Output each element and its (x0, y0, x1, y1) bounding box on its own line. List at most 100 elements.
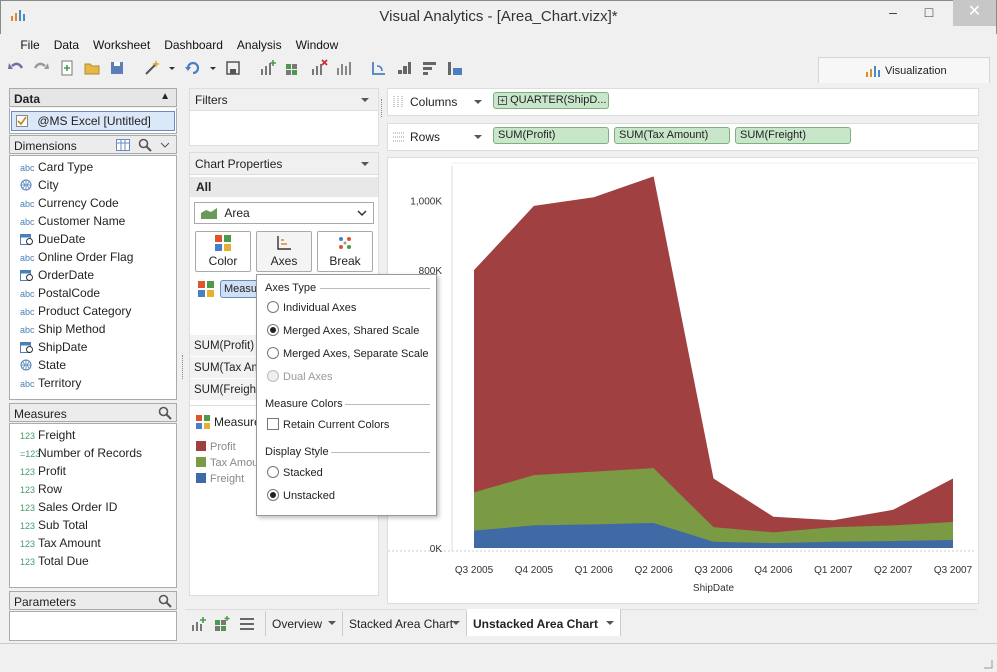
sort-descending-icon[interactable] (420, 58, 440, 78)
menu-analysis[interactable]: Analysis (230, 34, 289, 52)
chevron-down-icon[interactable] (474, 100, 482, 105)
menu-dashboard[interactable]: Dashboard (157, 34, 230, 52)
dimension-field[interactable]: abc Territory (10, 374, 176, 392)
measure-field[interactable]: 123 Tax Amount (10, 534, 176, 552)
option-stacked[interactable]: Stacked (267, 466, 323, 479)
option-merged-shared[interactable]: Merged Axes, Shared Scale (267, 324, 419, 337)
dimension-field[interactable]: abc Product Category (10, 302, 176, 320)
close-button[interactable]: ✕ (953, 0, 996, 26)
dimension-field[interactable]: abc Currency Code (10, 194, 176, 212)
break-button[interactable]: Break (317, 231, 373, 272)
window-title: Visual Analytics - [Area_Chart.vizx]* (379, 8, 618, 25)
measure-field[interactable]: 123 Row (10, 480, 176, 498)
new-dashboard-icon[interactable] (214, 616, 230, 632)
save-icon[interactable] (107, 58, 127, 78)
chevron-down-icon[interactable] (606, 621, 614, 626)
search-icon[interactable] (158, 406, 172, 420)
option-individual-axes[interactable]: Individual Axes (267, 301, 356, 314)
chevron-down-icon[interactable] (167, 58, 177, 78)
tab-stacked-area-chart[interactable]: Stacked Area Chart (343, 611, 467, 636)
all-measures-tab[interactable]: All (190, 177, 378, 197)
dimension-field[interactable]: abc Card Type (10, 158, 176, 176)
legend-item[interactable]: Freight (190, 471, 260, 487)
option-merged-separate[interactable]: Merged Axes, Separate Scale (267, 347, 429, 360)
sheet-list-icon[interactable] (239, 617, 255, 631)
data-source-item[interactable]: @MS Excel [Untitled] (11, 111, 175, 131)
chevron-down-icon[interactable] (474, 135, 482, 140)
save-disk-icon[interactable] (223, 58, 243, 78)
measure-field[interactable]: 123 Sub Total (10, 516, 176, 534)
dimension-field[interactable]: OrderDate (10, 266, 176, 284)
search-icon[interactable] (138, 138, 152, 152)
legend-item[interactable]: Tax Amou (190, 455, 260, 471)
visualization-tab[interactable]: Visualization (818, 57, 990, 83)
measure-row[interactable]: SUM(Profit) (190, 335, 260, 357)
chevron-down-icon[interactable] (360, 161, 370, 167)
measure-field[interactable]: 123 Sales Order ID (10, 498, 176, 516)
dimension-field[interactable]: DueDate (10, 230, 176, 248)
area-chart[interactable]: 0K800K1,000KQ3 2005 Q4 2005 Q1 2006 Q2 2006… (388, 158, 978, 603)
chevron-down-icon[interactable] (452, 621, 460, 626)
radio-icon (267, 347, 279, 359)
menu-worksheet[interactable]: Worksheet (86, 34, 157, 52)
new-worksheet-icon[interactable] (191, 616, 207, 632)
dimension-field[interactable]: City (10, 176, 176, 194)
measure-field[interactable]: =123Number of Records (10, 444, 176, 462)
new-dashboard-icon[interactable] (283, 58, 303, 78)
rows-pill-freight[interactable]: SUM(Freight) (735, 127, 851, 144)
rows-label: Rows (410, 130, 441, 144)
undo-icon[interactable] (6, 58, 26, 78)
dimension-field[interactable]: abc Customer Name (10, 212, 176, 230)
menu-file[interactable]: File (13, 34, 46, 52)
dimensions-header: Dimensions (9, 135, 177, 154)
color-button[interactable]: Color (195, 231, 251, 272)
menu-window[interactable]: Window (289, 34, 346, 52)
dimension-field[interactable]: abc PostalCode (10, 284, 176, 302)
legend-item[interactable]: Profit (190, 439, 260, 455)
dimension-field[interactable]: ShipDate (10, 338, 176, 356)
rows-icon (393, 132, 405, 142)
swap-axes-icon[interactable] (369, 58, 389, 78)
bar-chart-icon[interactable] (334, 58, 354, 78)
measure-field[interactable]: 123 Total Due (10, 552, 176, 570)
option-unstacked[interactable]: Unstacked (267, 489, 335, 502)
redo-icon[interactable] (31, 58, 51, 78)
table-view-icon[interactable] (116, 139, 130, 151)
field-label: Customer Name (38, 214, 126, 228)
expand-icon[interactable]: + (498, 96, 507, 105)
rows-pill-tax-amount[interactable]: SUM(Tax Amount) (614, 127, 730, 144)
new-worksheet-icon[interactable] (258, 58, 278, 78)
measure-field[interactable]: 123 Profit (10, 462, 176, 480)
open-folder-icon[interactable] (82, 58, 102, 78)
sort-arrows-icon[interactable]: ▲ (160, 91, 170, 102)
fit-view-icon[interactable] (445, 58, 465, 78)
resize-grip-icon[interactable] (982, 658, 994, 670)
menu-data[interactable]: Data (47, 34, 86, 52)
columns-pill[interactable]: + QUARTER(ShipD... (493, 92, 609, 109)
minimize-button[interactable]: – (878, 0, 908, 26)
tab-unstacked-area-chart[interactable]: Unstacked Area Chart (467, 609, 621, 636)
chart-type-select[interactable]: Area (194, 202, 374, 224)
retain-colors-checkbox[interactable]: Retain Current Colors (267, 418, 389, 431)
magic-wand-icon[interactable] (142, 58, 162, 78)
refresh-icon[interactable] (183, 58, 203, 78)
chevron-down-icon[interactable] (360, 97, 370, 103)
measure-row[interactable]: SUM(Tax Am (190, 357, 260, 379)
chevron-down-icon[interactable] (328, 621, 336, 626)
chevron-down-icon[interactable] (208, 58, 218, 78)
measure-field[interactable]: 123 Freight (10, 426, 176, 444)
new-file-icon[interactable] (57, 58, 77, 78)
sort-ascending-icon[interactable] (394, 58, 414, 78)
search-icon[interactable] (158, 594, 172, 608)
filters-title: Filters (195, 93, 228, 107)
axes-button[interactable]: Axes (256, 231, 312, 272)
dimension-field[interactable]: abc Ship Method (10, 320, 176, 338)
tab-overview[interactable]: Overview (265, 611, 343, 636)
rows-pill-profit[interactable]: SUM(Profit) (493, 127, 609, 144)
chevron-down-icon[interactable] (160, 142, 170, 148)
dimension-field[interactable]: abc Online Order Flag (10, 248, 176, 266)
dimension-field[interactable]: State (10, 356, 176, 374)
maximize-button[interactable]: □ (914, 0, 944, 26)
measure-row[interactable]: SUM(Freight) (190, 379, 260, 401)
clear-sheet-icon[interactable] (309, 58, 329, 78)
